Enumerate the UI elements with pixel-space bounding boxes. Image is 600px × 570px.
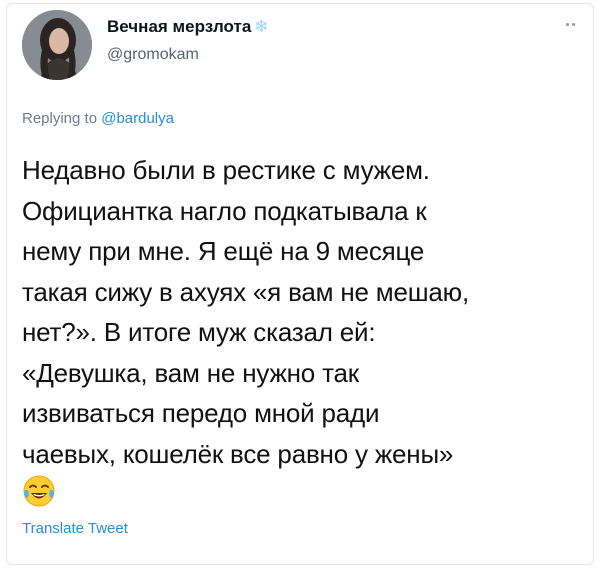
replying-to-prefix: Replying to <box>22 110 102 127</box>
user-handle[interactable]: @gromokam <box>107 46 199 64</box>
face-with-tears-of-joy-icon <box>22 474 56 508</box>
tweet-text: Недавно были в рестике с мужем. Официант… <box>22 155 469 469</box>
display-name-text: Вечная мерзлота <box>107 17 252 36</box>
more-options-icon[interactable] <box>566 19 584 29</box>
replying-to: Replying to @bardulya <box>22 110 174 127</box>
translate-tweet-link[interactable]: Translate Tweet <box>22 520 128 537</box>
avatar[interactable] <box>22 10 92 80</box>
user-display-name[interactable]: Вечная мерзлота ❄ <box>107 17 269 37</box>
avatar-image <box>22 10 92 80</box>
reply-mention-link[interactable]: @bardulya <box>101 110 174 127</box>
snowflake-icon: ❄ <box>254 17 269 36</box>
